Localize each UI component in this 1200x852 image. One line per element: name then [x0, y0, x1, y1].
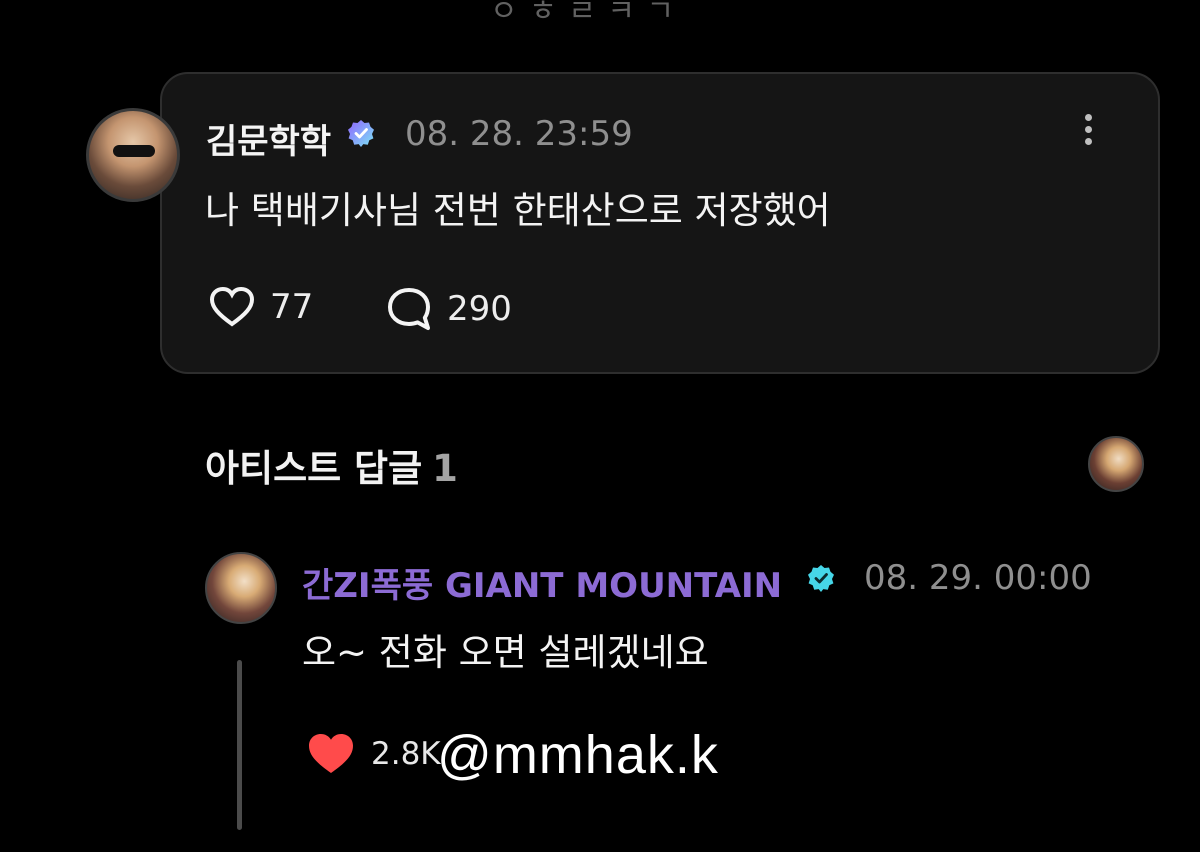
post-like-count: 77 — [270, 287, 314, 327]
artist-replies-heading: 아티스트 답글 1 — [205, 438, 458, 492]
artist-avatar-thumbnail[interactable] — [1088, 436, 1144, 492]
reply-body-text: 오~ 전화 오면 설레겠네요 — [302, 631, 709, 674]
heart-filled-icon — [309, 734, 353, 773]
post-comment-button[interactable]: 290 — [385, 286, 512, 332]
menu-dot — [1084, 138, 1092, 145]
menu-dot — [1084, 114, 1092, 121]
artist-replies-count: 1 — [432, 447, 458, 490]
artist-replies-label: 아티스트 답글 — [205, 447, 423, 490]
sunglasses-shape — [113, 145, 155, 157]
top-fragment-text: ㅇ ㅎ ㄹ ㅋ ㄱ — [490, 0, 676, 29]
reply-like-button[interactable]: 2.8K — [305, 731, 441, 777]
post-body-text: 나 택배기사님 전번 한태산으로 저장했어 — [205, 189, 831, 232]
post-timestamp: 08. 28. 23:59 — [405, 114, 633, 154]
more-vertical-icon[interactable] — [1078, 114, 1098, 154]
post-like-button[interactable]: 77 — [208, 286, 313, 328]
reply-like-count: 2.8K — [371, 736, 441, 772]
reply-author-avatar[interactable] — [205, 552, 277, 624]
post-author-name[interactable]: 김문학학 — [206, 114, 331, 163]
heart-outline-icon — [209, 286, 255, 327]
menu-dot — [1084, 126, 1092, 133]
post-author-avatar[interactable] — [86, 108, 180, 202]
watermark-text: @mmhak.k — [437, 725, 719, 785]
reply-timestamp: 08. 29. 00:00 — [864, 558, 1092, 598]
verified-badge-icon — [808, 565, 834, 592]
speech-bubble-icon — [388, 288, 430, 330]
reply-thread-line — [237, 660, 242, 830]
verified-badge-icon — [348, 120, 374, 147]
post-comment-count: 290 — [447, 289, 512, 329]
reply-author-name[interactable]: 간ZI폭풍 GIANT MOUNTAIN — [302, 558, 782, 607]
